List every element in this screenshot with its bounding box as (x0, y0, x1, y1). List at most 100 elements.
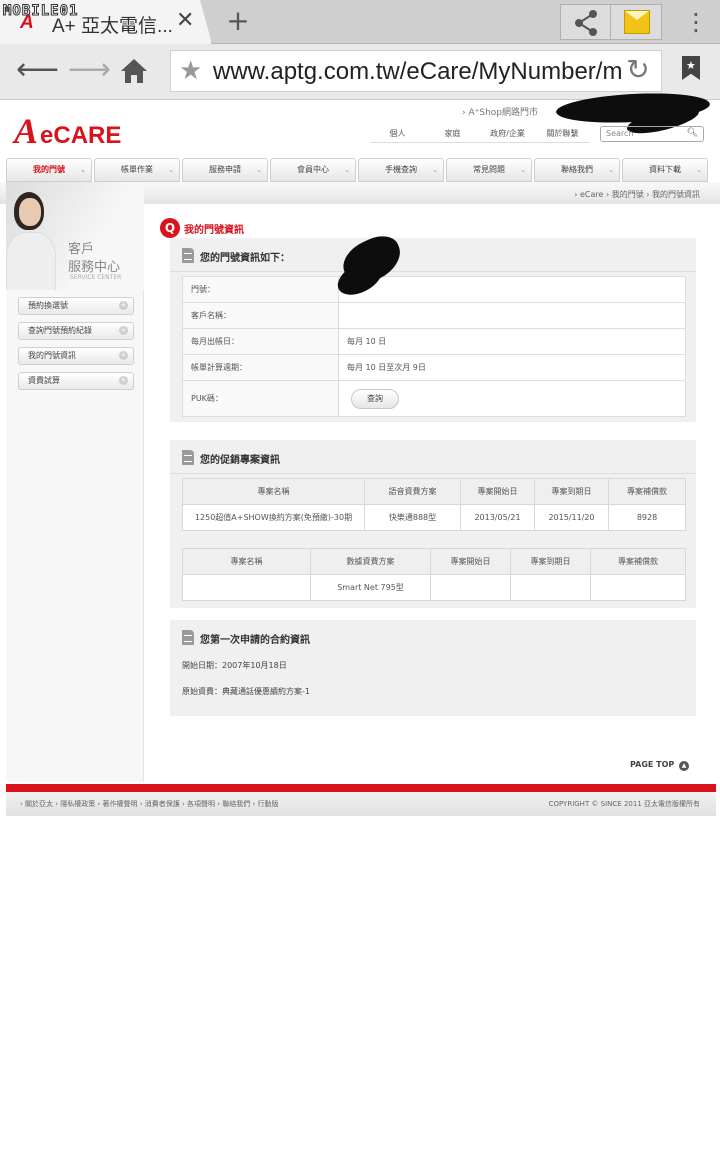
nav-downloads[interactable]: 資料下載 ⌄ (622, 158, 708, 182)
footer-links[interactable]: › 關於亞太 › 隱私權政策 › 著作權聲明 › 消費者保護 › 各項聲明 › … (20, 799, 279, 809)
ecare-logo[interactable]: AeCARE (14, 110, 121, 152)
plus-icon: + (119, 326, 128, 335)
table-row: 每月出帳日： 每月 10 日 (182, 328, 686, 355)
sidebar-item-reserve-number[interactable]: 預約換選號 + (18, 297, 134, 315)
arrow-up-icon: ▲ (679, 761, 690, 771)
agent-photo-face (19, 198, 41, 226)
banner-title-2: 服務中心 (68, 260, 121, 275)
service-center-banner: 客戶 服務中心 SERVICE CENTER (6, 182, 144, 290)
main-nav: 我的門號 ⌄ 帳單作業 ⌄ 服務申請 ⌄ 會員中心 ⌄ 手機查詢 ⌄ 常見問題 ⌄ 聯絡我們… (0, 158, 720, 182)
chevron-down-icon: ⌄ (520, 166, 526, 174)
column-header: 專案到期日 (534, 478, 609, 505)
shop-link[interactable]: › A⁺Shop網路門市 (462, 105, 538, 118)
search-icon[interactable]: 🔍︎ (687, 128, 698, 138)
close-tab-icon[interactable]: ✕ (176, 8, 194, 33)
section-title: 您的促銷專案資訊 (200, 455, 280, 466)
page-top-link[interactable]: PAGE TOP ▲ (630, 760, 690, 771)
puk-query-button[interactable]: 查詢 (351, 388, 399, 409)
nav-faq[interactable]: 常見問題 ⌄ (446, 158, 532, 182)
sidebar-item-label: 查詢門號預約紀錄 (28, 326, 92, 335)
share-button[interactable] (560, 4, 610, 40)
magnifier-icon: Q (160, 218, 180, 238)
footer-divider (6, 784, 716, 792)
nav-my-number[interactable]: 我的門號 ⌄ (6, 158, 92, 182)
nav-member-center[interactable]: 會員中心 ⌄ (270, 158, 356, 182)
data-promo-table: 專案名稱 數據資費方案 專案開始日 專案到期日 專案補償款 Smart Net … (182, 548, 686, 601)
nav-label: 資料下載 (649, 165, 681, 174)
column-header: 數據資費方案 (310, 548, 431, 575)
top-link-home[interactable]: 家庭 (425, 128, 480, 143)
contract-section: 您第一次申請的合約資訊 開始日期：2007年10月18日 原始資費：典藏通話優惠… (170, 620, 696, 716)
nav-label: 帳單作業 (121, 165, 153, 174)
section-heading: 您的門號資訊如下： (170, 238, 696, 272)
page-title: 我的門號資訊 (184, 225, 244, 236)
back-icon[interactable]: ⟵ (16, 52, 59, 88)
sidebar-item-my-number-info[interactable]: 我的門號資訊 + (18, 347, 134, 365)
sidebar-item-label: 預約換選號 (28, 301, 68, 310)
promo-section: 您的促銷專案資訊 專案名稱 語音資費方案 專案開始日 專案到期日 專案補償款 1… (170, 440, 696, 608)
nav-label: 聯絡我們 (561, 165, 593, 174)
nav-label: 我的門號 (33, 165, 65, 174)
nav-label: 服務申請 (209, 165, 241, 174)
chevron-down-icon: ⌄ (608, 166, 614, 174)
browser-tab-strip: A A+ 亞太電信... ✕ MOBILE01 + ⋮ (0, 0, 720, 44)
section-title: 您第一次申請的合約資訊 (200, 635, 310, 646)
chevron-down-icon: ⌄ (168, 166, 174, 174)
top-link-personal[interactable]: 個人 (370, 128, 425, 143)
star-icon[interactable]: ★ (179, 56, 202, 86)
document-icon (182, 248, 194, 263)
logo-mark: A (14, 111, 39, 151)
plus-icon: + (119, 301, 128, 310)
forward-icon[interactable]: ⟶ (68, 52, 111, 88)
table-header-row: 專案名稱 語音資費方案 專案開始日 專案到期日 專案補償款 (182, 478, 686, 505)
web-page: AeCARE › A⁺Shop網路門市 個人 家庭 政府/企業 關於聯繫 Sea… (0, 89, 720, 1152)
mail-button[interactable] (610, 4, 662, 40)
nav-billing[interactable]: 帳單作業 ⌄ (94, 158, 180, 182)
label-cell: 每月出帳日： (182, 328, 339, 355)
table-cell (590, 574, 686, 601)
document-icon (182, 630, 194, 645)
top-link-business[interactable]: 政府/企業 (480, 128, 535, 143)
url-text[interactable]: www.aptg.com.tw/eCare/MyNumber/myN (213, 58, 652, 86)
table-row: 門號： (182, 276, 686, 303)
nav-service-apply[interactable]: 服務申請 ⌄ (182, 158, 268, 182)
home-icon[interactable] (120, 58, 148, 84)
column-header: 專案開始日 (430, 548, 511, 575)
top-links: 個人 家庭 政府/企業 關於聯繫 (370, 128, 590, 143)
site-footer: › 關於亞太 › 隱私權政策 › 著作權聲明 › 消費者保護 › 各項聲明 › … (6, 792, 716, 816)
chevron-down-icon: ⌄ (432, 166, 438, 174)
nav-contact[interactable]: 聯絡我們 ⌄ (534, 158, 620, 182)
nav-label: 手機查詢 (385, 165, 417, 174)
page-top-label: PAGE TOP (630, 760, 675, 769)
search-placeholder: Search (606, 129, 634, 138)
label-cell: 客戶名稱： (182, 302, 339, 329)
nav-phone-query[interactable]: 手機查詢 ⌄ (358, 158, 444, 182)
share-icon (575, 10, 597, 36)
section-title: 您的門號資訊如下： (200, 253, 290, 264)
sidebar-item-reservation-records[interactable]: 查詢門號預約紀錄 + (18, 322, 134, 340)
banner-subtitle: SERVICE CENTER (70, 274, 122, 281)
breadcrumb[interactable]: › eCare › 我的門號 › 我的門號資訊 (574, 189, 700, 200)
banner-title-1: 客戶 (68, 242, 95, 257)
overflow-menu-icon[interactable]: ⋮ (684, 8, 708, 36)
reload-icon[interactable]: ↻ (621, 53, 655, 89)
search-input[interactable]: Search 🔍︎ (600, 126, 704, 142)
new-tab-button[interactable]: + (224, 4, 252, 37)
table-cell: 8928 (608, 504, 686, 531)
contract-original-plan: 原始資費：典藏通話優惠續約方案-1 (182, 687, 310, 696)
section-heading: 您的促銷專案資訊 (170, 440, 696, 474)
column-header: 專案到期日 (510, 548, 591, 575)
table-cell: 2013/05/21 (460, 504, 535, 531)
address-bar[interactable]: ★ www.aptg.com.tw/eCare/MyNumber/myN ↻ (170, 50, 662, 92)
chevron-down-icon: ⌄ (344, 166, 350, 174)
site-header: AeCARE › A⁺Shop網路門市 個人 家庭 政府/企業 關於聯繫 Sea… (0, 89, 720, 152)
top-link-about[interactable]: 關於聯繫 (535, 128, 590, 143)
column-header: 專案補償款 (608, 478, 686, 505)
chevron-down-icon: ⌄ (696, 166, 702, 174)
table-cell (430, 574, 511, 601)
sidebar-item-rate-calculator[interactable]: 資費試算 + (18, 372, 134, 390)
nav-label: 常見問題 (473, 165, 505, 174)
label-cell: PUK碼： (182, 380, 339, 417)
number-info-section: 您的門號資訊如下： 門號： 客戶名稱： 每月出帳日： 每月 10 日 帳單計算週… (170, 229, 696, 422)
bookmark-icon[interactable]: ★ (682, 56, 700, 80)
